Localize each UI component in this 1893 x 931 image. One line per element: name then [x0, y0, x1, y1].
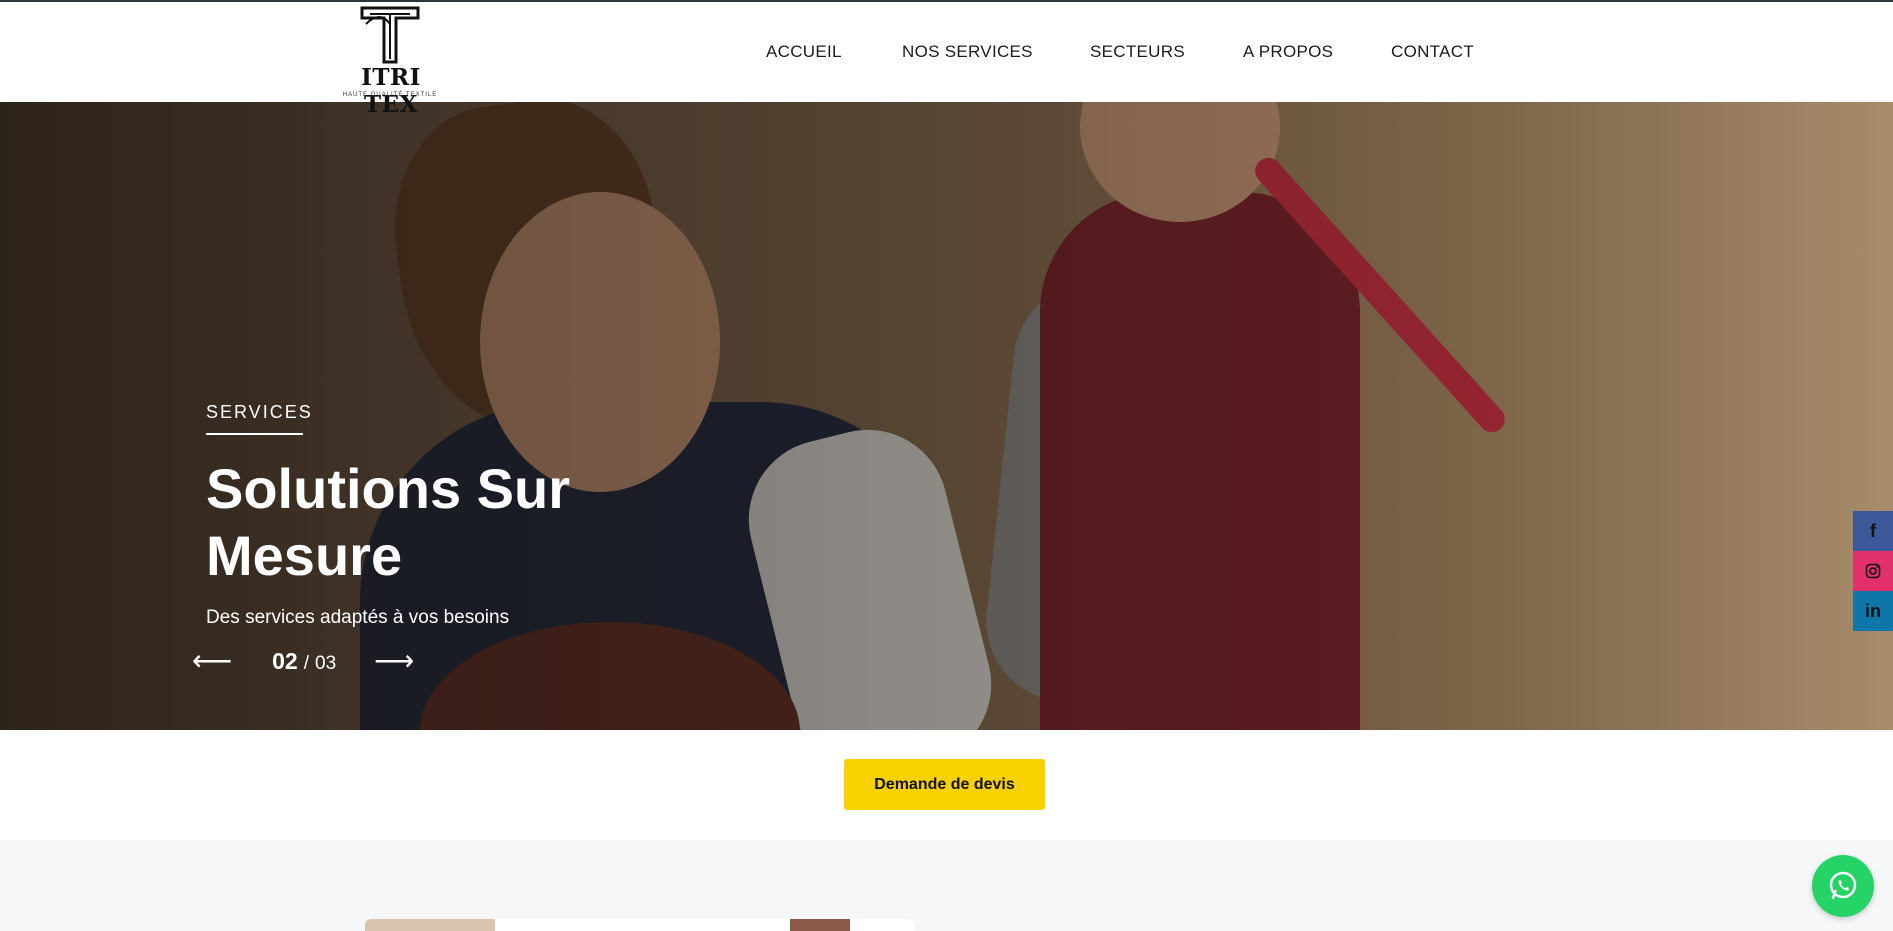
cta-section: Demande de devis	[0, 730, 1893, 840]
quote-request-button[interactable]: Demande de devis	[844, 759, 1045, 810]
arrow-right-icon[interactable]: ⟶	[374, 647, 414, 675]
instagram-icon[interactable]	[1853, 551, 1893, 591]
nav-item-nos-services[interactable]: NOS SERVICES	[902, 42, 1033, 62]
content-section	[0, 840, 1893, 931]
card-image-1	[365, 919, 495, 931]
hero-eyebrow-underline	[206, 433, 303, 435]
slide-total: 03	[315, 652, 337, 674]
content-card	[365, 919, 915, 931]
nav-item-accueil[interactable]: ACCUEIL	[766, 42, 842, 62]
hero-slider: SERVICES Solutions Sur Mesure Des servic…	[0, 102, 1893, 730]
hero-title-line-2: Mesure	[206, 524, 403, 587]
linkedin-icon[interactable]: in	[1853, 591, 1893, 631]
slide-counter: 02/03	[272, 648, 336, 675]
whatsapp-icon[interactable]	[1812, 855, 1874, 917]
hero-content: SERVICES Solutions Sur Mesure Des servic…	[206, 402, 806, 629]
arrow-left-icon[interactable]: ⟵	[192, 647, 232, 675]
social-sidebar: f in	[1853, 511, 1893, 631]
brand-name: ITRI TEX	[361, 64, 421, 118]
brand-logo[interactable]: ITRI TEX HAUTE QUALITÉ TEXTILE	[340, 4, 440, 118]
nav-item-secteurs[interactable]: SECTEURS	[1090, 42, 1185, 62]
card-image-2	[790, 919, 850, 931]
facebook-icon[interactable]: f	[1853, 511, 1893, 551]
nav-item-a-propos[interactable]: A PROPOS	[1243, 42, 1333, 62]
hero-title: Solutions Sur Mesure	[206, 455, 806, 589]
hero-title-line-1: Solutions Sur	[206, 457, 570, 520]
hero-subtitle: Des services adaptés à vos besoins	[206, 607, 510, 628]
brand-tagline: HAUTE QUALITÉ TEXTILE	[342, 92, 438, 98]
slide-separator: /	[303, 652, 310, 674]
slider-controls: ⟵ 02/03 ⟶	[192, 647, 414, 675]
site-header: ITRI TEX HAUTE QUALITÉ TEXTILE ACCUEIL N…	[0, 2, 1893, 118]
hero-eyebrow: SERVICES	[206, 402, 313, 422]
nav-item-contact[interactable]: CONTACT	[1391, 42, 1474, 62]
logo-mark-icon	[360, 6, 420, 64]
slide-current: 02	[272, 647, 298, 674]
